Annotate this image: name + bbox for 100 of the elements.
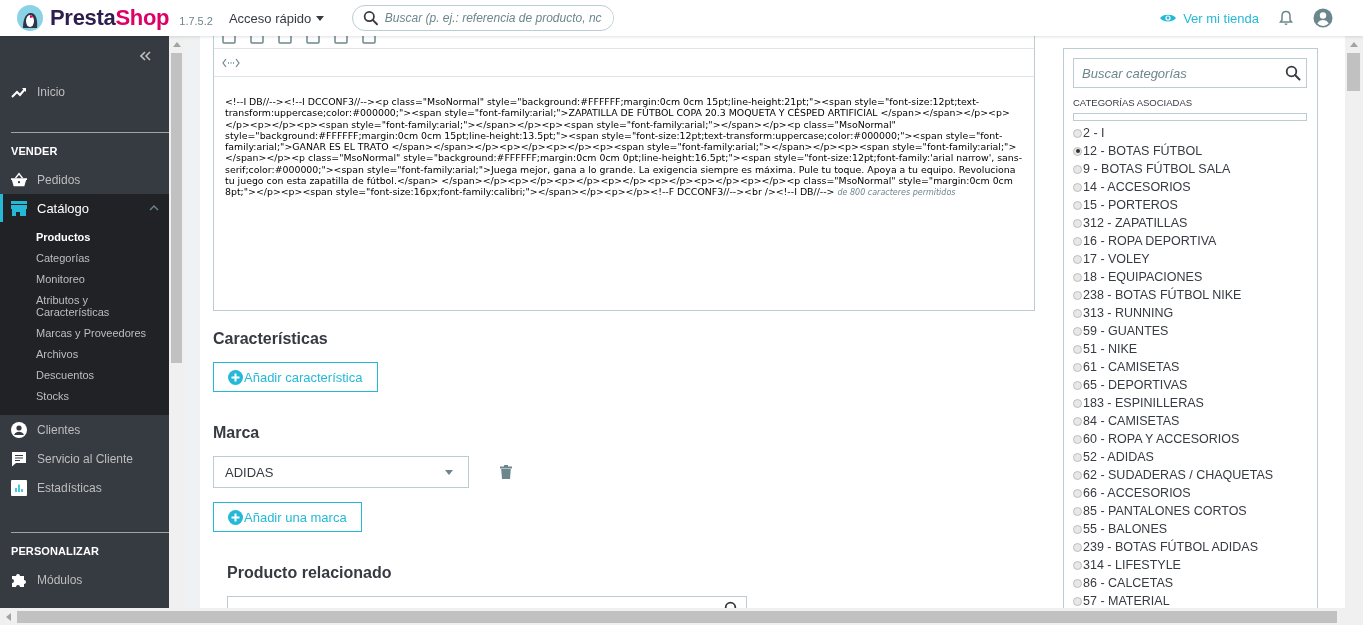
section-heading: PERSONALIZAR xyxy=(10,544,100,559)
radio-button[interactable] xyxy=(1073,506,1082,516)
menu-item[interactable]: Inicio xyxy=(0,75,169,108)
radio-button[interactable] xyxy=(1073,398,1082,408)
menu-item[interactable]: Pedidos xyxy=(0,165,169,194)
category-label[interactable]: 57 - MATERIAL xyxy=(1083,594,1170,608)
brand-select[interactable]: ADIDAS xyxy=(213,456,469,488)
category-label[interactable]: 66 - ACCESORIOS xyxy=(1083,486,1191,500)
search-icon xyxy=(363,10,379,26)
notifications-icon[interactable] xyxy=(1279,10,1293,26)
category-label[interactable]: 85 - PANTALONES CORTOS xyxy=(1083,504,1247,518)
submenu-item[interactable]: Atributos y Características xyxy=(36,291,154,321)
scrollbar-thumb[interactable] xyxy=(17,610,1337,623)
radio-button[interactable] xyxy=(1073,362,1082,372)
radio-button[interactable] xyxy=(1073,596,1082,606)
user-icon[interactable] xyxy=(1313,8,1333,28)
brand-name: PrestaShop xyxy=(50,5,170,31)
radio-button[interactable] xyxy=(1073,344,1082,354)
radio-button[interactable] xyxy=(1073,200,1082,210)
category-label[interactable]: 183 - ESPINILLERAS xyxy=(1083,396,1204,410)
radio-button[interactable] xyxy=(1073,146,1082,156)
menu-item[interactable]: Catálogo xyxy=(0,194,169,222)
category-label[interactable]: 18 - EQUIPACIONES xyxy=(1083,270,1203,284)
category-label[interactable]: 84 - CAMISETAS xyxy=(1083,414,1180,428)
logo-icon xyxy=(16,4,44,32)
radio-button[interactable] xyxy=(1073,524,1082,534)
radio-button[interactable] xyxy=(1073,128,1082,138)
category-label[interactable]: 62 - SUDADERAS / CHAQUETAS xyxy=(1083,468,1274,482)
chart-icon xyxy=(11,479,27,496)
category-label[interactable]: 2 - I xyxy=(1083,126,1105,140)
category-label[interactable]: 14 - ACCESORIOS xyxy=(1083,180,1191,194)
html-editor[interactable] xyxy=(213,36,1035,311)
puzzle-icon xyxy=(11,571,27,588)
submenu-item[interactable]: Marcas y Proveedores xyxy=(36,324,154,342)
category-label[interactable]: 312 - ZAPATILLAS xyxy=(1083,216,1188,230)
code-icon xyxy=(222,57,240,68)
radio-button[interactable] xyxy=(1073,218,1082,228)
scrollbar-thumb[interactable] xyxy=(171,53,182,363)
html-source-text: <!--I DB//--><!--I DCCONF3//--><p class="MsoNormal" style="background:#FFFFFF;margin:0cm 0cm 15pt;line-height:21pt;"><span style="font-size:12pt;text-transform:uppercase;color:#000000;"><span style="font-family:arial;">ZAPATILLA DE FÚTBOL COPA 20.3 MOQUETA Y CÉSPED ARTIFICIAL </span></span></p><p></p><p></p><p><span style="font-family:arial;"></span></p><p><span style="font-family:arial;"></span></p><p class="MsoNormal" style="background:#FFFFFF;margin:0cm 0cm 15pt;line-height:13.5pt;"><span style="font-size:12pt;text-transform:uppercase;color:#000000;"><span style="font-family:arial;">GANAR ES EL TRATO </span></span></p><p></p><p></p><p><span style="font-family:arial;"></span></p><p><span style="font-family:arial;"></span></p><p class="MsoNormal" style="background:#FFFFFF;margin:0cm 0cm 0pt;line-height:16.5pt;"><span style="font-size:12pt;font-family:'arial narrow', sans-serif;color:#000000;"><span style="font-family:arial;">Juega mejor, gana a lo grande. La exigencia siempre es máxima. Pule tu toque. Apoya a tu equipo. Revoluciona tu juego con esta zapatilla de fútbol.</span> </span></p><p></p><p></p><p></p><p></p><p></p><p></p><p class="MsoNormal" style="margin:0cm 0cm 8pt;"></p><p><span style="font-size:16px;font-family:calibri;"></span></p><p></p><!--F DCCONF3//--><br /><!--I DB//--> de 800 caracteres permitidos xyxy=(224,95,1024,199)
category-label[interactable]: 59 - GUANTES xyxy=(1083,324,1169,338)
menu-item[interactable]: Módulos xyxy=(0,565,169,594)
trend-icon xyxy=(11,85,27,98)
radio-button[interactable] xyxy=(1073,254,1082,264)
category-label[interactable]: 61 - CAMISETAS xyxy=(1083,360,1180,374)
submenu-item[interactable]: Stocks xyxy=(36,387,154,405)
chat-icon xyxy=(11,450,27,467)
caret-icon xyxy=(445,469,453,475)
plus-icon xyxy=(228,509,243,525)
person-icon xyxy=(11,421,27,438)
radio-button[interactable] xyxy=(1073,416,1082,426)
radio-button[interactable] xyxy=(1073,290,1082,300)
trash-icon[interactable] xyxy=(500,465,512,479)
category-label[interactable]: 313 - RUNNING xyxy=(1083,306,1174,320)
category-label[interactable]: 9 - BOTAS FÚTBOL SALA xyxy=(1083,162,1231,176)
radio-button[interactable] xyxy=(1073,272,1082,282)
category-label[interactable]: 52 - ADIDAS xyxy=(1083,450,1154,464)
search-icon xyxy=(1285,65,1301,81)
radio-button[interactable] xyxy=(1073,560,1082,570)
section-title: Producto relacionado xyxy=(227,564,393,582)
category-label[interactable]: 239 - BOTAS FÚTBOL ADIDAS xyxy=(1083,540,1259,554)
category-label[interactable]: 55 - BALONES xyxy=(1083,522,1168,536)
category-label[interactable]: 65 - DEPORTIVAS xyxy=(1083,378,1188,392)
radio-button[interactable] xyxy=(1073,326,1082,336)
radio-button[interactable] xyxy=(1073,164,1082,174)
category-search-field[interactable]: Buscar categorías xyxy=(1073,58,1307,88)
version-label: 1.7.5.2 xyxy=(179,15,213,27)
eye-icon xyxy=(1159,12,1178,24)
submenu-item[interactable]: Descuentos xyxy=(36,366,154,384)
menu-item[interactable]: Estadísticas xyxy=(0,473,169,502)
radio-button[interactable] xyxy=(1073,308,1082,318)
character-counter: de 800 caracteres permitidos xyxy=(837,188,956,198)
radio-button[interactable] xyxy=(1073,542,1082,552)
radio-button[interactable] xyxy=(1073,434,1082,444)
category-label[interactable]: 314 - LIFESTYLE xyxy=(1083,558,1181,572)
chevron-up-icon xyxy=(149,205,159,211)
category-label[interactable]: 60 - ROPA Y ACCESORIOS xyxy=(1083,432,1240,446)
category-label[interactable]: 15 - PORTEROS xyxy=(1083,198,1178,212)
submenu-item[interactable]: Productos xyxy=(36,228,154,246)
radio-button[interactable] xyxy=(1073,470,1082,480)
category-label[interactable]: 16 - ROPA DEPORTIVA xyxy=(1083,234,1217,248)
quick-access-menu[interactable]: Acceso rápido xyxy=(228,10,325,26)
category-label[interactable]: 86 - CALCETAS xyxy=(1083,576,1174,590)
radio-button[interactable] xyxy=(1073,380,1082,390)
category-label[interactable]: 12 - BOTAS FÚTBOL xyxy=(1083,144,1203,158)
category-label[interactable]: 17 - VOLEY xyxy=(1083,252,1150,266)
radio-button[interactable] xyxy=(1073,578,1082,588)
menu-item[interactable]: Servicio al Cliente xyxy=(0,444,169,473)
store-icon xyxy=(11,200,27,216)
radio-button[interactable] xyxy=(1073,452,1082,462)
radio-button[interactable] xyxy=(1073,182,1082,192)
radio-button[interactable] xyxy=(1073,236,1082,246)
scrollbar-thumb[interactable] xyxy=(1347,53,1360,91)
menu-item[interactable]: Clientes xyxy=(0,415,169,444)
submenu-item[interactable]: Archivos xyxy=(36,345,154,363)
scroll-left-icon xyxy=(6,612,11,621)
submenu-item[interactable]: Monitoreo xyxy=(36,270,154,288)
radio-button[interactable] xyxy=(1073,488,1082,498)
category-label[interactable]: 238 - BOTAS FÚTBOL NIKE xyxy=(1083,288,1242,302)
submenu-item[interactable]: Categorías xyxy=(36,249,154,267)
category-label[interactable]: 51 - NIKE xyxy=(1083,342,1138,356)
